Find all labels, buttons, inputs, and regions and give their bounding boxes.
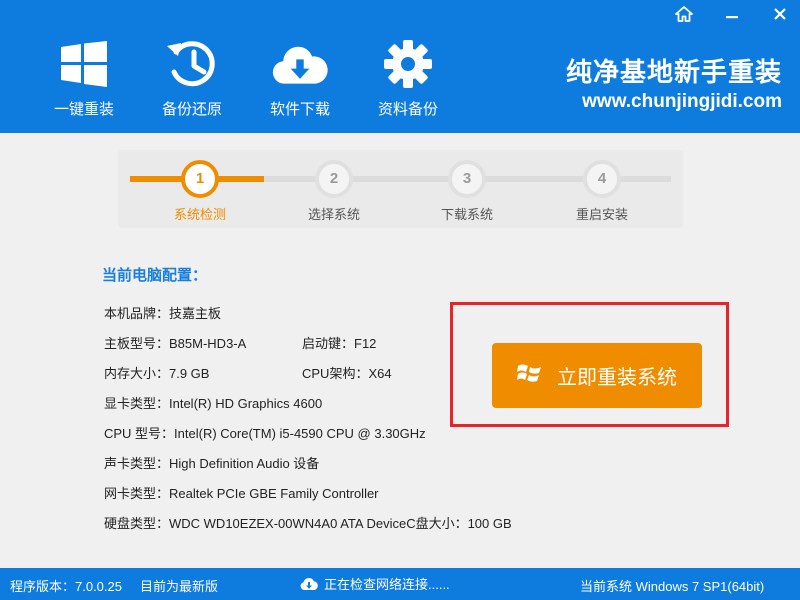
network-status-text: 正在检查网络连接...... bbox=[324, 577, 450, 592]
info-row-gpu: 显卡类型：Intel(R) HD Graphics 4600 bbox=[104, 393, 464, 423]
windows-logo-icon bbox=[56, 36, 112, 92]
step-label: 下载系统 bbox=[440, 207, 493, 222]
step-restart-install: 4 重启安装 bbox=[542, 160, 662, 223]
windows-logo-icon bbox=[517, 361, 543, 390]
close-icon[interactable] bbox=[770, 4, 790, 24]
pc-brand: 本机品牌：技嘉主板 bbox=[104, 306, 222, 321]
progress-steps: 1 系统检测 2 选择系统 3 下载系统 4 重启安装 bbox=[118, 150, 683, 228]
step-number: 4 bbox=[583, 160, 621, 198]
boot-key: 启动键：F12 bbox=[302, 336, 377, 351]
nav-label: 软件下载 bbox=[269, 101, 330, 118]
step-number: 3 bbox=[448, 160, 486, 198]
nav-item-data-backup[interactable]: 资料备份 bbox=[354, 36, 462, 119]
step-label: 系统检测 bbox=[173, 207, 226, 222]
cpu-model: CPU 型号：Intel(R) Core(TM) i5-4590 CPU @ 3… bbox=[104, 426, 426, 441]
update-status: 目前为最新版 bbox=[140, 579, 219, 594]
info-row-memory: 内存大小：7.9 GB CPU架构：X64 bbox=[104, 363, 464, 393]
info-row-audio: 声卡类型：High Definition Audio 设备 bbox=[104, 453, 464, 483]
current-system: 当前系统 Windows 7 SP1(64bit) bbox=[580, 579, 765, 594]
brand: 纯净基地新手重装 www.chunjingjidi.com bbox=[566, 52, 782, 113]
config-title: 当前电脑配置： bbox=[102, 267, 208, 284]
info-row-network: 网卡类型：Realtek PCIe GBE Family Controller bbox=[104, 483, 464, 513]
nav-label: 备份还原 bbox=[161, 101, 222, 118]
step-select-system: 2 选择系统 bbox=[274, 160, 394, 223]
step-label: 重启安装 bbox=[575, 207, 628, 222]
step-label: 选择系统 bbox=[307, 207, 360, 222]
reinstall-now-button[interactable]: 立即重装系统 bbox=[492, 343, 702, 408]
memory-size: 内存大小：7.9 GB bbox=[104, 366, 210, 381]
network-card-type: 网卡类型：Realtek PCIe GBE Family Controller bbox=[104, 486, 379, 501]
nav-item-software-download[interactable]: 软件下载 bbox=[246, 36, 354, 119]
brand-title: 纯净基地新手重装 bbox=[565, 58, 782, 88]
info-row-board: 主板型号：B85M-HD3-A 启动键：F12 bbox=[104, 333, 464, 363]
step-download-system: 3 下载系统 bbox=[407, 160, 527, 223]
c-drive-size: C盘大小：100 GB bbox=[406, 516, 512, 531]
home-icon[interactable] bbox=[674, 4, 694, 24]
config-info: 本机品牌：技嘉主板 主板型号：B85M-HD3-A 启动键：F12 内存大小：7… bbox=[104, 303, 512, 543]
gear-icon bbox=[380, 36, 436, 92]
gpu-type: 显卡类型：Intel(R) HD Graphics 4600 bbox=[104, 396, 323, 411]
step-number: 1 bbox=[181, 160, 219, 198]
cpu-arch: CPU架构：X64 bbox=[302, 366, 392, 381]
nav-label: 一键重装 bbox=[53, 101, 114, 118]
step-number: 2 bbox=[315, 160, 353, 198]
info-row-disk: 硬盘类型：WDC WD10EZEX-00WN4A0 ATA Device C盘大… bbox=[104, 513, 512, 543]
info-row-brand: 本机品牌：技嘉主板 bbox=[104, 303, 464, 333]
main-nav: 一键重装 备份还原 软件下载 资料备份 bbox=[30, 36, 462, 119]
cloud-download-icon bbox=[272, 36, 328, 92]
history-clock-icon bbox=[164, 36, 220, 92]
status-bar: 程序版本：7.0.0.25 目前为最新版 正在检查网络连接...... 当前系统… bbox=[0, 568, 800, 600]
nav-label: 资料备份 bbox=[377, 101, 438, 118]
brand-url: www.chunjingjidi.com bbox=[582, 91, 782, 112]
step-system-check: 1 系统检测 bbox=[140, 160, 260, 223]
app-header: 一键重装 备份还原 软件下载 资料备份 纯净基地新手重装 www.chunjin… bbox=[0, 0, 800, 133]
nav-item-one-click-reinstall[interactable]: 一键重装 bbox=[30, 36, 138, 119]
cloud-download-icon bbox=[300, 577, 318, 590]
reinstall-button-label: 立即重装系统 bbox=[557, 365, 677, 389]
network-status: 正在检查网络连接...... bbox=[300, 574, 450, 593]
disk-type: 硬盘类型：WDC WD10EZEX-00WN4A0 ATA Device bbox=[104, 516, 407, 531]
minimize-icon[interactable] bbox=[722, 4, 742, 24]
board-model: 主板型号：B85M-HD3-A bbox=[104, 336, 247, 351]
window-controls bbox=[674, 4, 790, 24]
program-version: 程序版本：7.0.0.25 bbox=[10, 579, 122, 594]
nav-item-backup-restore[interactable]: 备份还原 bbox=[138, 36, 246, 119]
info-row-cpu: CPU 型号：Intel(R) Core(TM) i5-4590 CPU @ 3… bbox=[104, 423, 464, 453]
audio-type: 声卡类型：High Definition Audio 设备 bbox=[104, 456, 320, 471]
